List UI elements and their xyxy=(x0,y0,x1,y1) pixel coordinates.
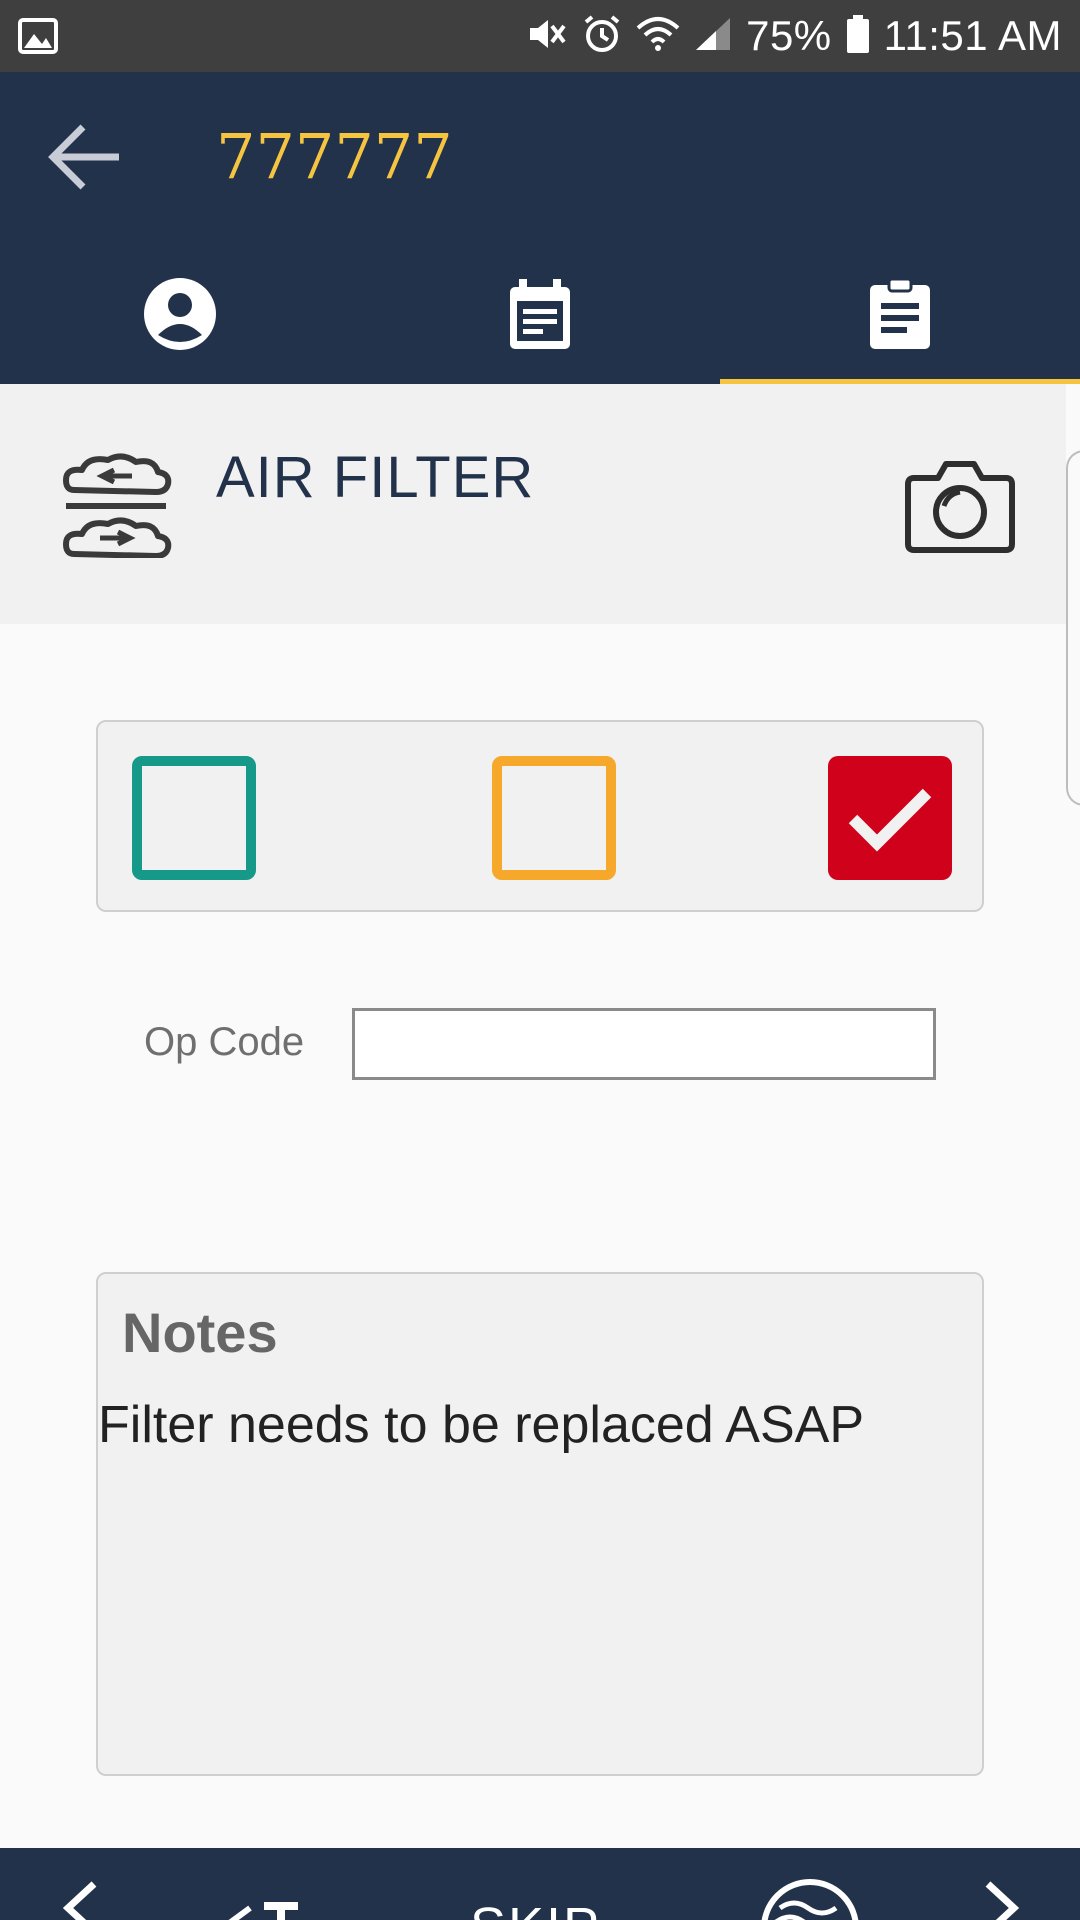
next-button[interactable] xyxy=(982,1878,1022,1920)
arrow-left-icon xyxy=(48,124,119,190)
status-indicators: 75% 11:51 AM xyxy=(526,0,1062,72)
notes-label: Notes xyxy=(122,1301,278,1364)
app-header: 777777 xyxy=(0,72,1080,384)
camera-icon xyxy=(905,461,1015,553)
account-circle-icon xyxy=(144,278,216,350)
tab-appointment[interactable] xyxy=(360,244,720,384)
op-code-label: Op Code xyxy=(144,1020,305,1064)
mute-icon xyxy=(526,14,568,58)
side-drawer-handle[interactable] xyxy=(1066,450,1080,806)
status-checkbox-attention[interactable] xyxy=(492,756,616,880)
calendar-note-icon xyxy=(510,279,570,349)
clock: 11:51 AM xyxy=(883,12,1062,59)
status-bar: 75% 11:51 AM xyxy=(0,0,1080,72)
tab-customer[interactable] xyxy=(0,244,360,384)
chevron-left-icon xyxy=(62,1881,97,1920)
tab-bar xyxy=(0,244,1080,384)
bottom-nav: SKIP xyxy=(0,1848,1080,1920)
battery-icon xyxy=(846,14,870,58)
prev-button[interactable] xyxy=(60,1878,100,1920)
clipboard-icon xyxy=(870,277,930,349)
camera-button[interactable] xyxy=(904,456,1016,556)
wifi-icon xyxy=(636,16,680,56)
battery-percent: 75% xyxy=(746,12,832,59)
status-checkbox-ok[interactable] xyxy=(132,756,256,880)
tire-icon xyxy=(760,1878,860,1920)
alarm-icon xyxy=(582,14,622,58)
skip-button[interactable]: SKIP xyxy=(470,1896,601,1920)
notes-panel: Notes Filter needs to be replaced ASAP xyxy=(96,1272,984,1776)
notes-textarea[interactable]: Filter needs to be replaced ASAP xyxy=(98,1394,982,1644)
page-title: 777777 xyxy=(216,120,453,193)
checkmark-icon xyxy=(848,788,932,852)
op-code-input[interactable] xyxy=(352,1008,936,1080)
chevron-right-icon xyxy=(985,1881,1020,1920)
section-header: AIR FILTER xyxy=(0,384,1066,624)
section-title: AIR FILTER xyxy=(216,445,535,510)
gallery-notification-icon xyxy=(18,18,58,58)
air-filter-icon xyxy=(62,450,172,562)
status-choice-group xyxy=(96,720,984,912)
tool-icon xyxy=(210,1900,320,1920)
signal-icon xyxy=(694,16,732,56)
status-checkbox-urgent[interactable] xyxy=(828,756,952,880)
tab-inspection[interactable] xyxy=(720,244,1080,384)
back-button[interactable] xyxy=(40,112,130,202)
